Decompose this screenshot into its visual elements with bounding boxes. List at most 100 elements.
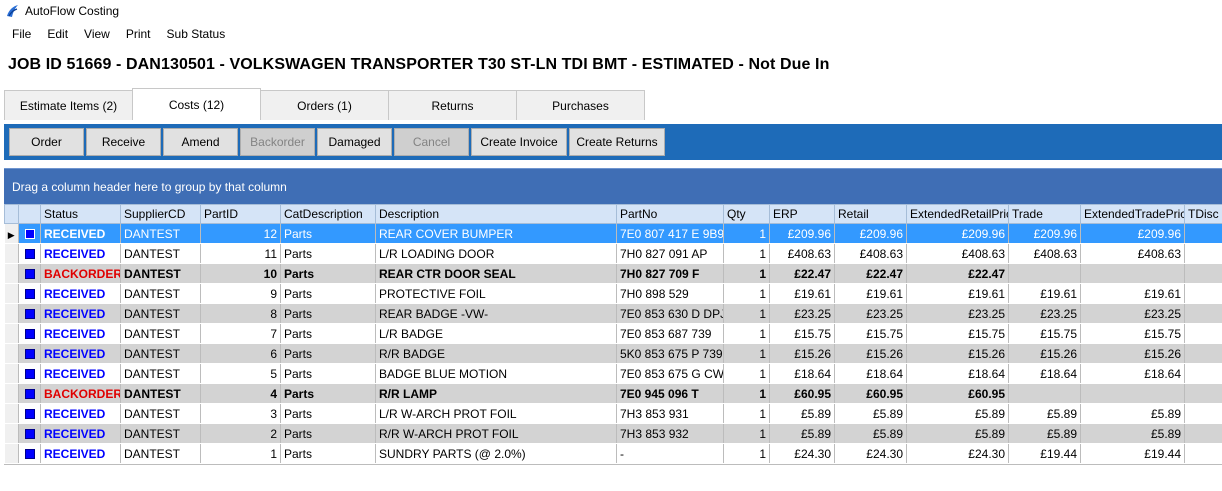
cell-trade[interactable]: £15.26	[1008, 343, 1081, 364]
cell-qty[interactable]: 1	[723, 263, 770, 284]
column-header-part-no[interactable]: PartNo	[616, 204, 724, 224]
cell-part-id[interactable]: 9	[200, 283, 281, 304]
cell-tdisc[interactable]	[1184, 443, 1222, 464]
cell-erp[interactable]: £19.61	[769, 283, 835, 304]
cell-erp[interactable]: £24.30	[769, 443, 835, 464]
column-header-extended-trade[interactable]: ExtendedTradePric	[1080, 204, 1185, 224]
backorder-button[interactable]: Backorder	[240, 128, 315, 156]
cell-trade[interactable]: £5.89	[1008, 423, 1081, 444]
row-indicator[interactable]	[4, 363, 19, 384]
tab-costs[interactable]: Costs (12)	[132, 88, 261, 120]
cell-retail[interactable]: £15.26	[834, 343, 907, 364]
cell-erp[interactable]: £408.63	[769, 243, 835, 264]
cell-supplier[interactable]: DANTEST	[120, 343, 201, 364]
row-marker-cell[interactable]	[18, 283, 41, 304]
row-indicator[interactable]	[4, 243, 19, 264]
cell-part-id[interactable]: 4	[200, 383, 281, 404]
table-row[interactable]: RECEIVED DANTEST 11 Parts L/R LOADING DOOR 7H…	[4, 243, 1222, 264]
cell-extended-trade[interactable]: £5.89	[1080, 423, 1185, 444]
cell-part-no[interactable]: -	[616, 443, 724, 464]
cell-status[interactable]: RECEIVED	[40, 323, 121, 344]
cell-extended-trade[interactable]	[1080, 383, 1185, 404]
receive-button[interactable]: Receive	[86, 128, 161, 156]
cell-part-no[interactable]: 7H3 853 932	[616, 423, 724, 444]
cell-status[interactable]: RECEIVED	[40, 423, 121, 444]
cell-qty[interactable]: 1	[723, 223, 770, 244]
cell-extended-retail[interactable]: £18.64	[906, 363, 1009, 384]
cell-status[interactable]: RECEIVED	[40, 403, 121, 424]
cell-supplier[interactable]: DANTEST	[120, 403, 201, 424]
cell-cat-description[interactable]: Parts	[280, 443, 376, 464]
row-indicator[interactable]	[4, 343, 19, 364]
cell-status[interactable]: RECEIVED	[40, 243, 121, 264]
cell-cat-description[interactable]: Parts	[280, 343, 376, 364]
tab-orders[interactable]: Orders (1)	[260, 90, 389, 120]
cell-part-no[interactable]: 7E0 853 675 G CWB	[616, 363, 724, 384]
cell-part-id[interactable]: 11	[200, 243, 281, 264]
table-row[interactable]: RECEIVED DANTEST 3 Parts L/R W-ARCH PROT FOI…	[4, 403, 1222, 424]
cell-part-id[interactable]: 1	[200, 443, 281, 464]
cell-cat-description[interactable]: Parts	[280, 223, 376, 244]
row-indicator[interactable]	[4, 443, 19, 464]
cell-part-id[interactable]: 7	[200, 323, 281, 344]
cell-erp[interactable]: £23.25	[769, 303, 835, 324]
row-marker-cell[interactable]	[18, 343, 41, 364]
row-marker-cell[interactable]	[18, 443, 41, 464]
create-invoice-button[interactable]: Create Invoice	[471, 128, 567, 156]
cell-qty[interactable]: 1	[723, 363, 770, 384]
cell-extended-retail[interactable]: £15.26	[906, 343, 1009, 364]
cell-tdisc[interactable]	[1184, 323, 1222, 344]
cell-tdisc[interactable]	[1184, 363, 1222, 384]
cell-tdisc[interactable]	[1184, 383, 1222, 404]
row-indicator[interactable]	[4, 303, 19, 324]
menu-sub-status[interactable]: Sub Status	[159, 23, 234, 45]
row-indicator[interactable]: ▶	[4, 223, 19, 244]
amend-button[interactable]: Amend	[163, 128, 238, 156]
cell-erp[interactable]: £5.89	[769, 423, 835, 444]
cell-qty[interactable]: 1	[723, 343, 770, 364]
cell-trade[interactable]: £23.25	[1008, 303, 1081, 324]
cell-status[interactable]: RECEIVED	[40, 443, 121, 464]
row-marker-cell[interactable]	[18, 363, 41, 384]
menu-print[interactable]: Print	[118, 23, 159, 45]
table-row[interactable]: RECEIVED DANTEST 8 Parts REAR BADGE -VW- 7E0 …	[4, 303, 1222, 324]
cell-retail[interactable]: £5.89	[834, 403, 907, 424]
cell-extended-trade[interactable]: £408.63	[1080, 243, 1185, 264]
cell-erp[interactable]: £22.47	[769, 263, 835, 284]
cell-supplier[interactable]: DANTEST	[120, 383, 201, 404]
cell-qty[interactable]: 1	[723, 403, 770, 424]
row-marker-cell[interactable]	[18, 423, 41, 444]
cell-tdisc[interactable]	[1184, 223, 1222, 244]
cell-part-no[interactable]: 7H3 853 931	[616, 403, 724, 424]
cell-trade[interactable]: £15.75	[1008, 323, 1081, 344]
cell-part-id[interactable]: 6	[200, 343, 281, 364]
cell-retail[interactable]: £19.61	[834, 283, 907, 304]
cell-part-no[interactable]: 7H0 827 091 AP	[616, 243, 724, 264]
cell-description[interactable]: PROTECTIVE FOIL	[375, 283, 617, 304]
row-marker-cell[interactable]	[18, 263, 41, 284]
cell-status[interactable]: BACKORDER	[40, 383, 121, 404]
cell-trade[interactable]: £5.89	[1008, 403, 1081, 424]
cell-cat-description[interactable]: Parts	[280, 283, 376, 304]
cell-extended-retail[interactable]: £23.25	[906, 303, 1009, 324]
cell-description[interactable]: R/R BADGE	[375, 343, 617, 364]
cell-retail[interactable]: £15.75	[834, 323, 907, 344]
menu-file[interactable]: File	[4, 23, 39, 45]
cell-cat-description[interactable]: Parts	[280, 423, 376, 444]
cell-tdisc[interactable]	[1184, 263, 1222, 284]
cell-supplier[interactable]: DANTEST	[120, 363, 201, 384]
cell-supplier[interactable]: DANTEST	[120, 243, 201, 264]
row-indicator[interactable]	[4, 263, 19, 284]
cell-description[interactable]: REAR BADGE -VW-	[375, 303, 617, 324]
cell-part-id[interactable]: 8	[200, 303, 281, 324]
cell-trade[interactable]: £408.63	[1008, 243, 1081, 264]
cell-description[interactable]: R/R LAMP	[375, 383, 617, 404]
row-indicator[interactable]	[4, 423, 19, 444]
cell-part-no[interactable]: 5K0 853 675 P 739	[616, 343, 724, 364]
row-marker-cell[interactable]	[18, 323, 41, 344]
cell-cat-description[interactable]: Parts	[280, 363, 376, 384]
menu-edit[interactable]: Edit	[39, 23, 76, 45]
column-header-erp[interactable]: ERP	[769, 204, 835, 224]
cell-part-no[interactable]: 7E0 945 096 T	[616, 383, 724, 404]
cell-extended-retail[interactable]: £5.89	[906, 423, 1009, 444]
